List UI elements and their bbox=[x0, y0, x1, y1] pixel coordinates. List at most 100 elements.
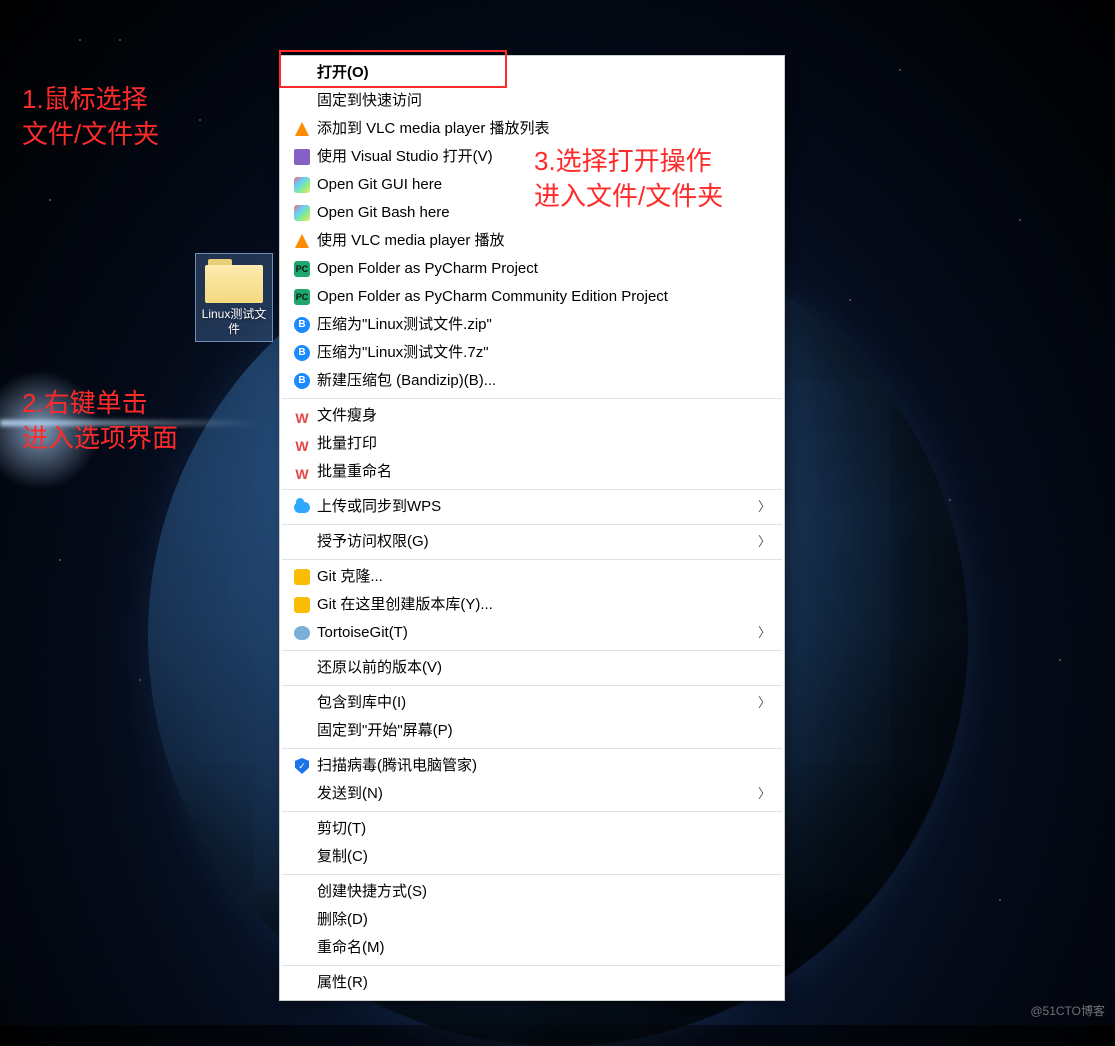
menu-item-bz-7z[interactable]: B压缩为"Linux测试文件.7z" bbox=[281, 339, 783, 367]
menu-separator bbox=[282, 685, 782, 686]
menu-item-label: 授予访问权限(G) bbox=[317, 532, 757, 552]
menu-item-send-to[interactable]: 发送到(N)〉 bbox=[281, 780, 783, 808]
blank-icon bbox=[291, 694, 313, 712]
git-icon bbox=[291, 176, 313, 194]
menu-separator bbox=[282, 559, 782, 560]
submenu-chevron-icon: 〉 bbox=[757, 532, 771, 552]
menu-separator bbox=[282, 965, 782, 966]
menu-item-vlc-play[interactable]: 使用 VLC media player 播放 bbox=[281, 227, 783, 255]
menu-item-copy[interactable]: 复制(C) bbox=[281, 843, 783, 871]
tort-icon bbox=[291, 624, 313, 642]
menu-item-label: 创建快捷方式(S) bbox=[317, 882, 771, 902]
menu-item-label: 重命名(M) bbox=[317, 938, 771, 958]
menu-item-label: 还原以前的版本(V) bbox=[317, 658, 771, 678]
menu-item-label: 新建压缩包 (Bandizip)(B)... bbox=[317, 371, 771, 391]
bz-icon: B bbox=[291, 344, 313, 362]
menu-separator bbox=[282, 524, 782, 525]
menu-item-restore-prev[interactable]: 还原以前的版本(V) bbox=[281, 654, 783, 682]
blank-icon bbox=[291, 785, 313, 803]
menu-item-label: 打开(O) bbox=[317, 63, 771, 83]
menu-item-label: 属性(R) bbox=[317, 973, 771, 993]
menu-item-label: Open Folder as PyCharm Community Edition… bbox=[317, 287, 771, 307]
watermark: @51CTO博客 bbox=[1030, 1002, 1105, 1019]
annotation-2: 2.右键单击 进入选项界面 bbox=[22, 386, 178, 456]
menu-item-vlc-add[interactable]: 添加到 VLC media player 播放列表 bbox=[281, 115, 783, 143]
menu-item-wps-slim[interactable]: W文件瘦身 bbox=[281, 402, 783, 430]
menu-item-scan-virus[interactable]: ✓扫描病毒(腾讯电脑管家) bbox=[281, 752, 783, 780]
submenu-chevron-icon: 〉 bbox=[757, 693, 771, 713]
vlc-icon bbox=[291, 232, 313, 250]
menu-item-shortcut[interactable]: 创建快捷方式(S) bbox=[281, 878, 783, 906]
blank-icon bbox=[291, 911, 313, 929]
menu-item-label: 复制(C) bbox=[317, 847, 771, 867]
wps-icon: W bbox=[291, 407, 313, 425]
menu-item-pin-start[interactable]: 固定到"开始"屏幕(P) bbox=[281, 717, 783, 745]
menu-item-git-clone[interactable]: Git 克隆... bbox=[281, 563, 783, 591]
menu-item-label: 固定到"开始"屏幕(P) bbox=[317, 721, 771, 741]
blank-icon bbox=[291, 533, 313, 551]
menu-item-wps-upload[interactable]: 上传或同步到WPS〉 bbox=[281, 493, 783, 521]
menu-item-label: Git 在这里创建版本库(Y)... bbox=[317, 595, 771, 615]
blank-icon bbox=[291, 939, 313, 957]
git-icon bbox=[291, 204, 313, 222]
vlc-icon bbox=[291, 120, 313, 138]
cloud-icon bbox=[291, 498, 313, 516]
bz-icon: B bbox=[291, 316, 313, 334]
wps-icon: W bbox=[291, 463, 313, 481]
blank-icon bbox=[291, 92, 313, 110]
menu-item-label: 上传或同步到WPS bbox=[317, 497, 757, 517]
blank-icon bbox=[291, 848, 313, 866]
submenu-chevron-icon: 〉 bbox=[757, 784, 771, 804]
menu-item-delete[interactable]: 删除(D) bbox=[281, 906, 783, 934]
menu-item-label: 文件瘦身 bbox=[317, 406, 771, 426]
annotation-1: 1.鼠标选择 文件/文件夹 bbox=[22, 82, 159, 152]
menu-item-label: 删除(D) bbox=[317, 910, 771, 930]
menu-item-cut[interactable]: 剪切(T) bbox=[281, 815, 783, 843]
menu-item-grant-access[interactable]: 授予访问权限(G)〉 bbox=[281, 528, 783, 556]
menu-item-open[interactable]: 打开(O) bbox=[281, 59, 783, 87]
menu-item-rename[interactable]: 重命名(M) bbox=[281, 934, 783, 962]
desktop-folder-selected[interactable]: Linux测试文件 bbox=[195, 253, 273, 342]
menu-item-label: 包含到库中(I) bbox=[317, 693, 757, 713]
menu-item-tortoise[interactable]: TortoiseGit(T)〉 bbox=[281, 619, 783, 647]
gitc-icon bbox=[291, 596, 313, 614]
pc-icon: PC bbox=[291, 260, 313, 278]
menu-item-label: TortoiseGit(T) bbox=[317, 623, 757, 643]
menu-item-pycharm[interactable]: PCOpen Folder as PyCharm Project bbox=[281, 255, 783, 283]
blank-icon bbox=[291, 883, 313, 901]
menu-item-git-repo[interactable]: Git 在这里创建版本库(Y)... bbox=[281, 591, 783, 619]
menu-separator bbox=[282, 398, 782, 399]
pc-icon: PC bbox=[291, 288, 313, 306]
menu-separator bbox=[282, 874, 782, 875]
submenu-chevron-icon: 〉 bbox=[757, 623, 771, 643]
menu-item-label: 固定到快速访问 bbox=[317, 91, 771, 111]
menu-item-label: 压缩为"Linux测试文件.zip" bbox=[317, 315, 771, 335]
gitc-icon bbox=[291, 568, 313, 586]
menu-item-label: 使用 VLC media player 播放 bbox=[317, 231, 771, 251]
menu-item-properties[interactable]: 属性(R) bbox=[281, 969, 783, 997]
menu-item-label: Open Folder as PyCharm Project bbox=[317, 259, 771, 279]
menu-item-include-lib[interactable]: 包含到库中(I)〉 bbox=[281, 689, 783, 717]
blank-icon bbox=[291, 64, 313, 82]
folder-icon bbox=[205, 259, 263, 303]
menu-item-label: 发送到(N) bbox=[317, 784, 757, 804]
blank-icon bbox=[291, 659, 313, 677]
vs-icon bbox=[291, 148, 313, 166]
menu-item-wps-print[interactable]: W批量打印 bbox=[281, 430, 783, 458]
submenu-chevron-icon: 〉 bbox=[757, 497, 771, 517]
menu-item-label: 扫描病毒(腾讯电脑管家) bbox=[317, 756, 771, 776]
menu-item-bz-zip[interactable]: B压缩为"Linux测试文件.zip" bbox=[281, 311, 783, 339]
menu-item-label: 添加到 VLC media player 播放列表 bbox=[317, 119, 771, 139]
menu-separator bbox=[282, 748, 782, 749]
menu-separator bbox=[282, 811, 782, 812]
menu-item-bz-new[interactable]: B新建压缩包 (Bandizip)(B)... bbox=[281, 367, 783, 395]
menu-item-wps-rename[interactable]: W批量重命名 bbox=[281, 458, 783, 486]
menu-item-label: Git 克隆... bbox=[317, 567, 771, 587]
menu-separator bbox=[282, 650, 782, 651]
menu-item-label: 批量打印 bbox=[317, 434, 771, 454]
menu-item-pin-quick[interactable]: 固定到快速访问 bbox=[281, 87, 783, 115]
menu-separator bbox=[282, 489, 782, 490]
menu-item-label: 剪切(T) bbox=[317, 819, 771, 839]
annotation-3: 3.选择打开操作 进入文件/文件夹 bbox=[534, 144, 723, 214]
menu-item-pycharm-ce[interactable]: PCOpen Folder as PyCharm Community Editi… bbox=[281, 283, 783, 311]
